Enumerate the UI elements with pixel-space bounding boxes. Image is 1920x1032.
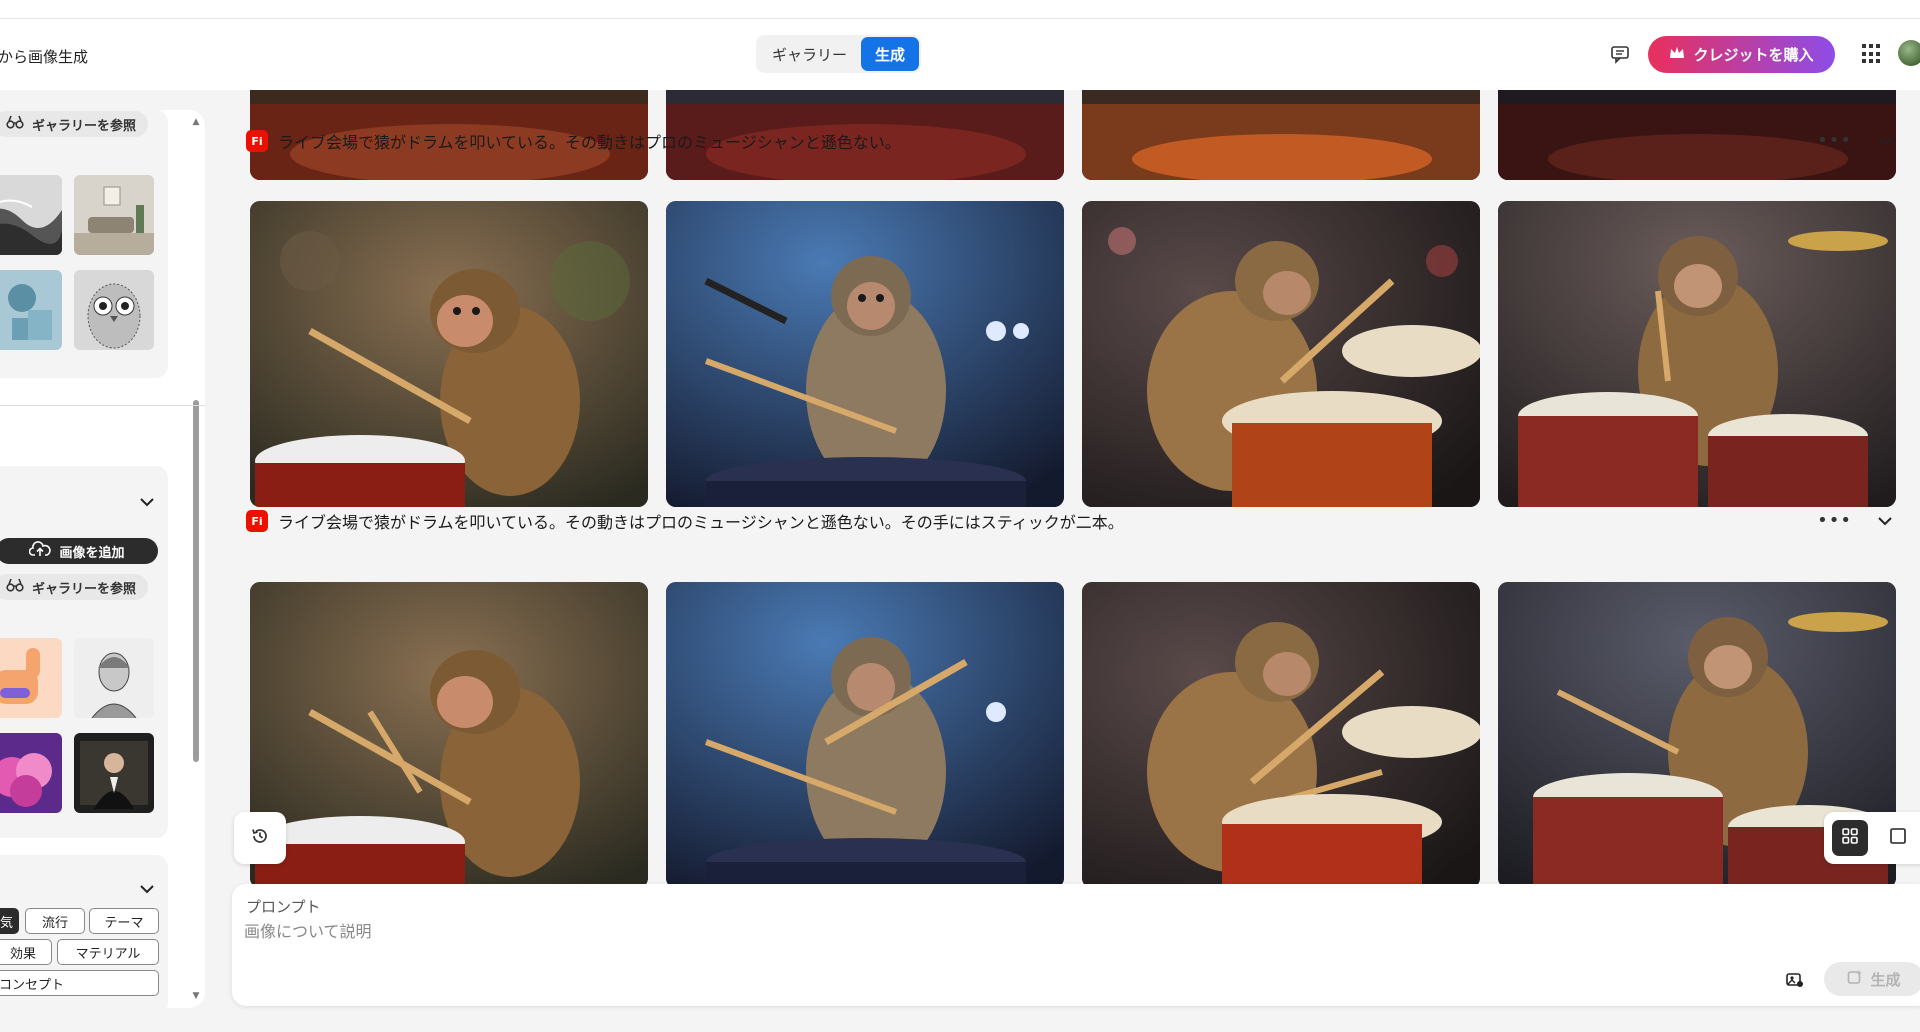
grid-view-button[interactable] [1832,820,1868,856]
prompt-row-title: Fi ライブ会場で猿がドラムを叩いている。その動きはプロのミュージシャンと遜色な… [246,507,1124,535]
generated-image[interactable] [666,582,1064,884]
reference-thumb-3d-shapes[interactable] [0,270,62,350]
generate-label: 生成 [1870,970,1901,989]
app-header: から画像生成 [0,19,1920,90]
style-thumb-man-suit[interactable] [74,733,154,813]
settings-sidebar: ▲ ▼ ギャラリーを参照 画像を追加 ギャラリーを参照 気 流行 テーマ 効果 … [0,110,205,1008]
cloud-upload-icon [29,541,52,561]
style-thumb-clouds[interactable] [0,733,62,813]
prompt-panel: プロンプト 生成 [232,884,1920,1006]
scroll-up-icon[interactable]: ▲ [190,116,202,128]
add-image-button[interactable]: 画像を追加 [0,538,158,564]
grid-view-icon [1841,827,1859,849]
browse-gallery-style-button[interactable]: ギャラリーを参照 [0,574,149,600]
firefly-badge: Fi [246,510,268,532]
user-avatar[interactable] [1898,40,1920,66]
effect-tag[interactable]: 効果 [0,939,52,965]
mode-switch: ギャラリー 生成 [756,35,922,73]
buy-credits-label: クレジットを購入 [1693,46,1814,64]
section-divider [0,405,205,406]
reference-thumb-landscape[interactable] [0,175,62,255]
top-strip [0,0,1920,19]
single-view-icon [1889,827,1907,849]
buy-credits-button[interactable]: クレジットを購入 [1648,36,1835,73]
chevron-down-icon[interactable] [1878,131,1892,150]
effect-tag[interactable]: 流行 [25,908,85,934]
generated-image[interactable] [1082,90,1480,180]
generate-button[interactable]: 生成 [1824,962,1920,996]
tab-generate[interactable]: 生成 [861,37,920,71]
more-options-icon[interactable]: ••• [1817,510,1852,531]
row-tools: ••• [1817,130,1892,151]
image-settings-icon[interactable] [1785,970,1805,990]
prompt-label: プロンプト [246,898,321,916]
chat-icon[interactable] [1608,42,1632,66]
single-view-button[interactable] [1880,820,1916,856]
style-thumb-hand[interactable] [0,638,62,718]
chevron-down-icon[interactable] [1878,511,1892,530]
binoculars-icon [6,115,24,133]
generated-image[interactable] [1498,201,1896,507]
effect-tag[interactable]: テーマ [89,908,159,934]
chevron-down-icon[interactable] [139,881,155,897]
history-icon [250,826,270,850]
binoculars-icon [6,578,24,596]
generated-image[interactable] [1082,201,1480,507]
chevron-down-icon[interactable] [139,494,155,510]
style-thumb-portrait-sketch[interactable] [74,638,154,718]
row-prompt-text: ライブ会場で猿がドラムを叩いている。その動きはプロのミュージシャンと遜色ない。 [278,133,901,152]
prompt-input[interactable] [244,918,1744,944]
generate-icon [1847,969,1863,989]
history-button[interactable] [234,812,286,864]
row-tools: ••• [1817,510,1892,531]
effect-tag[interactable]: コンセプト [0,970,159,996]
row-prompt-text: ライブ会場で猿がドラムを叩いている。その動きはプロのミュージシャンと遜色ない。そ… [278,513,1124,532]
scroll-down-icon[interactable]: ▼ [190,990,202,1002]
browse-gallery-button[interactable]: ギャラリーを参照 [0,111,149,137]
apps-grid-icon[interactable] [1862,44,1882,64]
sidebar-scroll-thumb[interactable] [193,400,199,762]
generated-image[interactable] [1082,582,1480,884]
effect-tag[interactable]: マテリアル [57,939,159,965]
crown-icon [1669,46,1685,64]
reference-thumb-room[interactable] [74,175,154,255]
generated-image[interactable] [250,582,648,884]
results-feed: Fi ライブ会場で猿がドラムを叩いている。その動きはプロのミュージシャンと遜色な… [240,90,1920,884]
generated-image[interactable] [666,201,1064,507]
more-options-icon[interactable]: ••• [1817,130,1852,151]
view-toggle [1824,812,1920,864]
effect-tag[interactable]: 気 [0,908,19,934]
generated-image[interactable] [250,201,648,507]
firefly-badge: Fi [246,130,268,152]
app-title: から画像生成 [0,48,89,66]
prompt-row-title: Fi ライブ会場で猿がドラムを叩いている。その動きはプロのミュージシャンと遜色な… [246,127,901,155]
reference-thumb-owl[interactable] [74,270,154,350]
tab-gallery[interactable]: ギャラリー [758,37,861,71]
